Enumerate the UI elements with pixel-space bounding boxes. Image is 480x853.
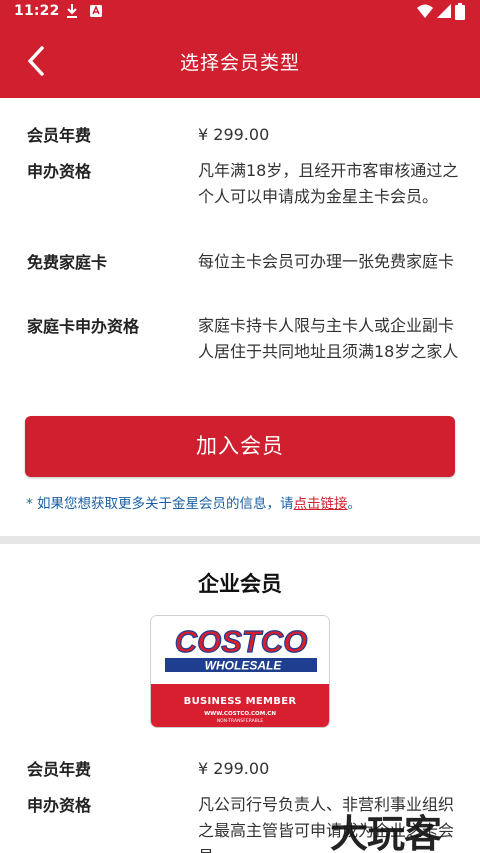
wifi-icon <box>417 4 433 18</box>
card-site: WWW.COSTCO.COM.CN <box>204 711 276 717</box>
info-row-family-card: 免费家庭卡 每位主卡会员可办理一张免费家庭卡 <box>27 249 467 303</box>
note-text: * 如果您想获取更多关于金星会员的信息，请 <box>26 496 294 512</box>
card-band-title: BUSINESS MEMBER <box>183 696 297 707</box>
join-member-button[interactable]: 加入会员 <box>25 416 455 477</box>
app-bar: 选择会员类型 <box>0 24 480 98</box>
row-value: 家庭卡持卡人限与主卡人或企业副卡人居住于共同地址且须满18岁之家人 <box>198 316 459 361</box>
section-divider <box>0 536 480 544</box>
status-bar: 11:22 <box>0 0 480 24</box>
logo-bottom-text: WHOLESALE <box>205 659 283 673</box>
business-row-annual-fee: 会员年费 ¥ 299.00 <box>27 756 467 786</box>
info-row-annual-fee: 会员年费 ¥ 299.00 <box>27 122 467 152</box>
download-icon <box>67 4 77 18</box>
row-label: 申办资格 <box>27 796 92 815</box>
row-value: ¥ 299.00 <box>198 125 270 144</box>
business-member-card-image: COSTCO WHOLESALE BUSINESS MEMBER WWW.COS… <box>150 615 330 728</box>
row-label: 会员年费 <box>27 126 92 145</box>
row-label: 免费家庭卡 <box>27 253 108 272</box>
status-time: 11:22 <box>14 3 60 19</box>
logo-top-text: COSTCO <box>175 624 308 659</box>
row-value: 每位主卡会员可办理一张免费家庭卡 <box>198 252 455 271</box>
section-title: 企业会员 <box>198 572 282 596</box>
signal-icon <box>437 4 451 18</box>
watermark-logo: 大玩客 <box>330 812 442 853</box>
battery-icon <box>455 3 465 20</box>
info-row-eligibility: 申办资格 凡年满18岁，且经开市客审核通过之个人可以申请成为金星主卡会员。 <box>27 158 467 238</box>
row-label: 会员年费 <box>27 760 92 779</box>
click-link[interactable]: 点击链接 <box>294 496 348 512</box>
info-note: * 如果您想获取更多关于金星会员的信息，请点击链接。 <box>26 492 361 512</box>
costco-logo: COSTCO WHOLESALE <box>151 616 329 680</box>
row-value: 凡年满18岁，且经开市客审核通过之个人可以申请成为金星主卡会员。 <box>198 161 459 206</box>
note-suffix: 。 <box>347 496 362 512</box>
page-title: 选择会员类型 <box>179 52 300 74</box>
row-label: 家庭卡申办资格 <box>27 317 140 336</box>
card-small-print: NON-TRANSFERABLE <box>216 719 264 724</box>
row-value: ¥ 299.00 <box>198 759 270 778</box>
notification-icon <box>90 5 102 17</box>
info-row-family-eligibility: 家庭卡申办资格 家庭卡持卡人限与主卡人或企业副卡人居住于共同地址且须满18岁之家… <box>27 313 467 393</box>
row-label: 申办资格 <box>27 162 92 181</box>
